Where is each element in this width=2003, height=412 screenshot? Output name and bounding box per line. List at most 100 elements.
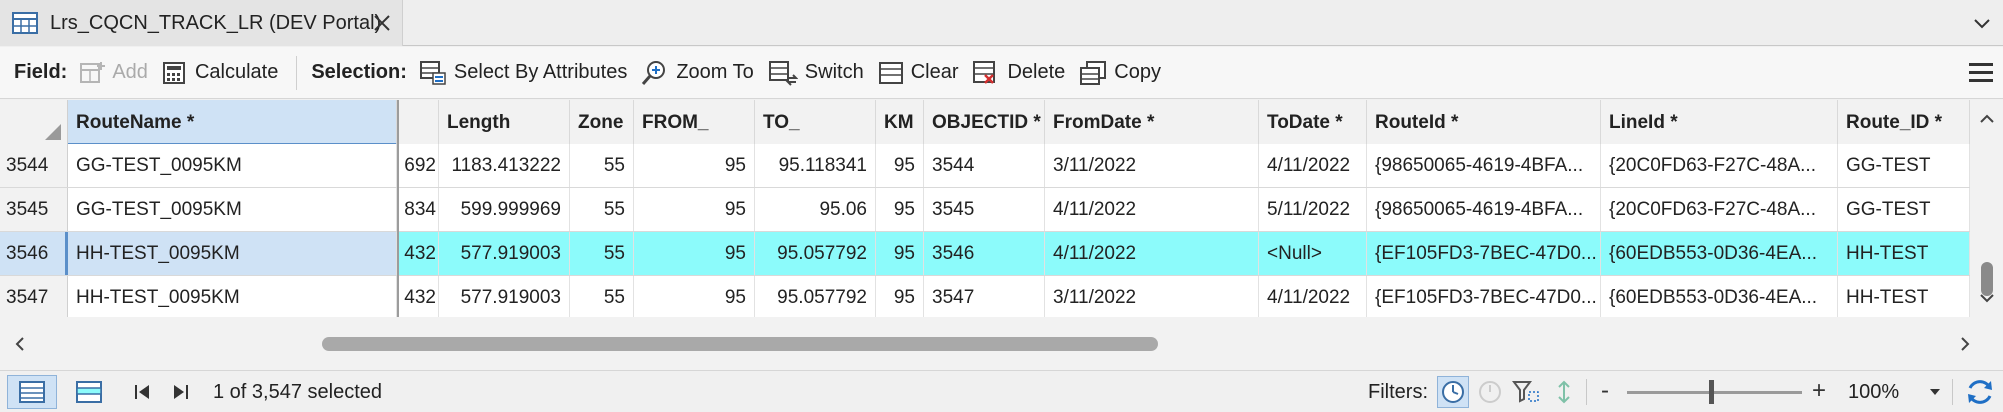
- cell-route-id[interactable]: HH-TEST: [1838, 232, 1970, 275]
- cell-fromdate[interactable]: 4/11/2022: [1045, 188, 1259, 231]
- cell-routeid[interactable]: {98650065-4619-4BFA...: [1367, 144, 1601, 187]
- cell-lineid[interactable]: {20C0FD63-F27C-48A...: [1601, 188, 1838, 231]
- scroll-left-icon[interactable]: [10, 334, 30, 354]
- cell-from[interactable]: 95: [634, 144, 755, 187]
- scroll-up-icon[interactable]: [1978, 110, 1996, 128]
- cell-zone[interactable]: 55: [570, 232, 634, 275]
- column-header-from[interactable]: FROM_: [634, 100, 755, 146]
- select-all-corner[interactable]: [0, 100, 68, 146]
- table-row-selected[interactable]: 3546 HH-TEST_0095KM 432 577.919003 55 95…: [0, 232, 1970, 276]
- cell-todate[interactable]: 5/11/2022: [1259, 188, 1367, 231]
- show-selected-records-button[interactable]: [64, 375, 114, 409]
- cell-todate[interactable]: 4/11/2022: [1259, 144, 1367, 187]
- cell-routename[interactable]: GG-TEST_0095KM: [68, 188, 397, 231]
- cell-routeid[interactable]: {EF105FD3-7BEC-47D0...: [1367, 276, 1601, 317]
- cell-zone[interactable]: 55: [570, 188, 634, 231]
- zoom-to-button[interactable]: Zoom To: [641, 60, 754, 86]
- column-header-to[interactable]: TO_: [755, 100, 876, 146]
- cell-truncated[interactable]: 432: [399, 232, 439, 275]
- table-row[interactable]: 3544 GG-TEST_0095KM 692 1183.413222 55 9…: [0, 144, 1970, 188]
- zoom-out-button[interactable]: -: [1601, 372, 1609, 412]
- cell-routename[interactable]: GG-TEST_0095KM: [68, 144, 397, 187]
- vertical-scrollbar[interactable]: [1970, 100, 2003, 317]
- cell-truncated[interactable]: 692: [399, 144, 439, 187]
- first-record-icon[interactable]: [131, 381, 153, 403]
- cell-routename[interactable]: HH-TEST_0095KM: [68, 276, 397, 317]
- switch-selection-button[interactable]: Switch: [768, 60, 864, 86]
- copy-selection-button[interactable]: Copy: [1079, 60, 1161, 86]
- zoom-in-button[interactable]: +: [1812, 372, 1826, 412]
- cell-objectid[interactable]: 3547: [924, 276, 1045, 317]
- zoom-dropdown-icon[interactable]: [1928, 386, 1942, 398]
- cell-from[interactable]: 95: [634, 232, 755, 275]
- clear-selection-button[interactable]: Clear: [878, 61, 958, 85]
- horizontal-scrollbar[interactable]: [0, 317, 2003, 371]
- cell-length[interactable]: 1183.413222: [439, 144, 570, 187]
- cell-to[interactable]: 95.057792: [755, 232, 876, 275]
- cell-length[interactable]: 599.999969: [439, 188, 570, 231]
- row-number[interactable]: 3544: [0, 144, 68, 187]
- column-header-todate[interactable]: ToDate *: [1259, 100, 1367, 146]
- frozen-column-divider[interactable]: [397, 100, 399, 317]
- document-tab[interactable]: Lrs_CQCN_TRACK_LR (DEV Portal): [0, 0, 403, 46]
- cell-routeid[interactable]: {EF105FD3-7BEC-47D0...: [1367, 232, 1601, 275]
- cell-fromdate[interactable]: 3/11/2022: [1045, 276, 1259, 317]
- add-field-button[interactable]: Add: [79, 61, 148, 85]
- cell-truncated[interactable]: 834: [399, 188, 439, 231]
- scroll-down-icon[interactable]: [1978, 289, 1996, 307]
- horizontal-scroll-thumb[interactable]: [322, 337, 1158, 351]
- scroll-right-icon[interactable]: [1955, 334, 1975, 354]
- column-header-km[interactable]: KM: [876, 100, 924, 146]
- chevron-down-icon[interactable]: [1971, 12, 1993, 34]
- cell-length[interactable]: 577.919003: [439, 232, 570, 275]
- cell-route-id[interactable]: HH-TEST: [1838, 276, 1970, 317]
- cell-to[interactable]: 95.06: [755, 188, 876, 231]
- column-header-routeid[interactable]: RouteId *: [1367, 100, 1601, 146]
- sync-filter-button[interactable]: [1548, 376, 1580, 408]
- cell-km[interactable]: 95: [876, 276, 924, 317]
- row-number[interactable]: 3546: [0, 232, 68, 275]
- extent-filter-button[interactable]: [1510, 376, 1542, 408]
- column-header-length[interactable]: Length: [439, 100, 570, 146]
- column-header-lineid[interactable]: LineId *: [1601, 100, 1838, 146]
- cell-fromdate[interactable]: 4/11/2022: [1045, 232, 1259, 275]
- cell-fromdate[interactable]: 3/11/2022: [1045, 144, 1259, 187]
- cell-lineid[interactable]: {60EDB553-0D36-4EA...: [1601, 232, 1838, 275]
- time-filter-button[interactable]: [1437, 376, 1469, 408]
- cell-truncated[interactable]: 432: [399, 276, 439, 317]
- table-row[interactable]: 3547 HH-TEST_0095KM 432 577.919003 55 95…: [0, 276, 1970, 317]
- column-header-objectid[interactable]: OBJECTID *: [924, 100, 1045, 146]
- cell-to[interactable]: 95.057792: [755, 276, 876, 317]
- cell-objectid[interactable]: 3545: [924, 188, 1045, 231]
- show-all-records-button[interactable]: [7, 375, 57, 409]
- cell-zone[interactable]: 55: [570, 276, 634, 317]
- cell-from[interactable]: 95: [634, 188, 755, 231]
- cell-route-id[interactable]: GG-TEST: [1838, 144, 1970, 187]
- cell-lineid[interactable]: {20C0FD63-F27C-48A...: [1601, 144, 1838, 187]
- cell-km[interactable]: 95: [876, 144, 924, 187]
- column-header-routename[interactable]: RouteName *: [68, 100, 397, 146]
- select-by-attributes-button[interactable]: Select By Attributes: [419, 60, 627, 86]
- cell-from[interactable]: 95: [634, 276, 755, 317]
- zoom-slider[interactable]: [1627, 391, 1802, 394]
- last-record-icon[interactable]: [170, 381, 192, 403]
- column-header-truncated[interactable]: [399, 100, 439, 146]
- range-filter-button[interactable]: [1474, 376, 1506, 408]
- cell-length[interactable]: 577.919003: [439, 276, 570, 317]
- table-row[interactable]: 3545 GG-TEST_0095KM 834 599.999969 55 95…: [0, 188, 1970, 232]
- calculate-button[interactable]: Calculate: [162, 61, 278, 85]
- cell-routename[interactable]: HH-TEST_0095KM: [68, 232, 397, 275]
- cell-routeid[interactable]: {98650065-4619-4BFA...: [1367, 188, 1601, 231]
- zoom-level[interactable]: 100%: [1848, 372, 1899, 412]
- zoom-slider-thumb[interactable]: [1708, 380, 1714, 404]
- menu-icon[interactable]: [1967, 60, 1995, 86]
- cell-objectid[interactable]: 3544: [924, 144, 1045, 187]
- column-header-fromdate[interactable]: FromDate *: [1045, 100, 1259, 146]
- cell-todate[interactable]: <Null>: [1259, 232, 1367, 275]
- cell-km[interactable]: 95: [876, 232, 924, 275]
- cell-km[interactable]: 95: [876, 188, 924, 231]
- cell-route-id[interactable]: GG-TEST: [1838, 188, 1970, 231]
- column-header-route-id[interactable]: Route_ID *: [1838, 100, 1970, 146]
- refresh-icon[interactable]: [1964, 376, 1996, 408]
- delete-selection-button[interactable]: Delete: [972, 60, 1065, 86]
